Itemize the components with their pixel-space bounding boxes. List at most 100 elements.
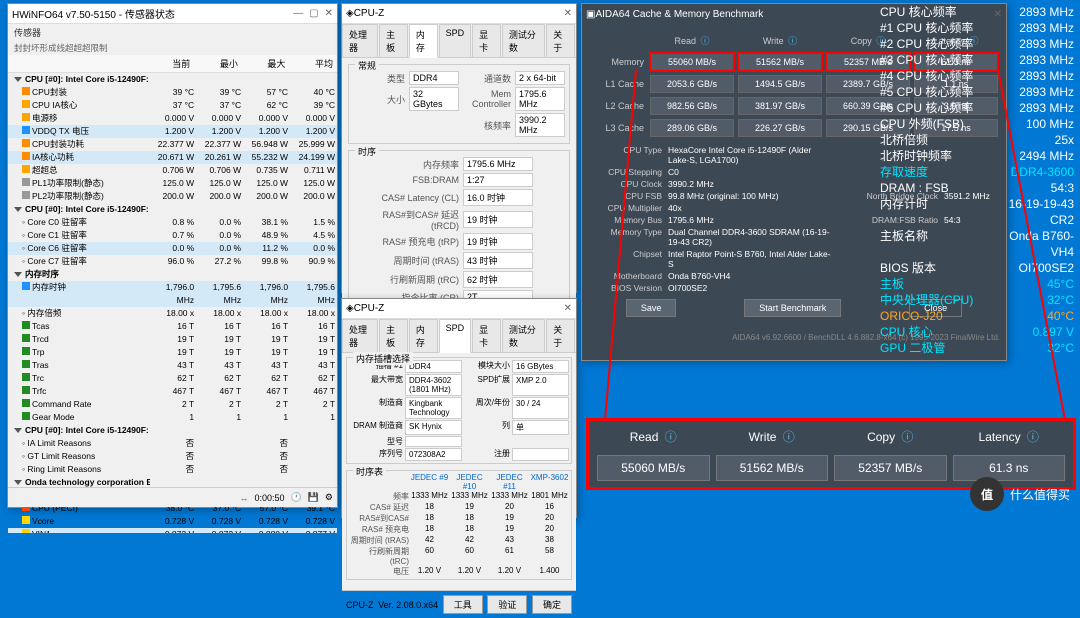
maximize-icon[interactable]: ▢	[309, 8, 318, 19]
hwinfo-row[interactable]: IA核心功耗20.671 W20.261 W55.232 W24.199 W	[8, 151, 337, 164]
osd-row: 中央处理器(CPU)32°C	[880, 292, 1074, 308]
hwinfo-title: HWiNFO64 v7.50-5150 - 传感器状态	[12, 6, 293, 21]
hwinfo-row[interactable]: PL1功率限制(静态)125.0 W125.0 W125.0 W125.0 W	[8, 177, 337, 190]
osd-row: 主板45°C	[880, 276, 1074, 292]
gear-icon[interactable]: ⚙	[325, 492, 333, 503]
tab-处理器[interactable]: 处理器	[342, 319, 378, 352]
hwinfo-row[interactable]: 内存时钟1,796.0 MHz1,795.6 MHz1,796.0 MHz1,7…	[8, 281, 337, 307]
mem-type: DDR4	[409, 71, 459, 85]
hwinfo-row[interactable]: PL2功率限制(静态)200.0 W200.0 W200.0 W200.0 W	[8, 190, 337, 203]
osd-row: DRAM : FSB54:3	[880, 180, 1074, 196]
tab-主板[interactable]: 主板	[379, 24, 408, 57]
info-icon[interactable]: ⓘ	[701, 36, 710, 46]
start-benchmark-button[interactable]: Start Benchmark	[744, 299, 841, 317]
cpuz-spd-titlebar[interactable]: ◈CPU-Z✕	[342, 299, 576, 319]
cpuz-mem-titlebar[interactable]: ◈CPU-Z✕	[342, 4, 576, 24]
aida-icon: ▣	[586, 9, 595, 20]
hwinfo-row[interactable]: Vcore0.728 V0.728 V0.728 V0.728 V	[8, 515, 337, 528]
hwinfo-row[interactable]: ◦ 内存倍频18.00 x18.00 x18.00 x18.00 x	[8, 307, 337, 320]
tab-SPD[interactable]: SPD	[439, 319, 472, 353]
aida-col-Write: Write ⓘ	[738, 32, 822, 49]
tab-显卡[interactable]: 显卡	[472, 319, 501, 352]
close-icon[interactable]: ✕	[564, 8, 572, 19]
hwinfo-row[interactable]: VIN10.872 V0.872 V0.880 V0.877 V	[8, 528, 337, 533]
callout-hdr: Latency ⓘ	[953, 428, 1066, 445]
aida-row-label: L1 Cache	[590, 75, 646, 93]
hwinfo-row[interactable]: ◦ Core C1 驻留率0.7 %0.0 %48.9 %4.5 %	[8, 229, 337, 242]
osd-row: CPU 外频(FSB)100 MHz	[880, 116, 1074, 132]
close-icon[interactable]: ✕	[325, 8, 333, 19]
close-icon[interactable]: ✕	[564, 303, 572, 314]
watermark-icon: 值	[970, 477, 1004, 511]
hwinfo-row[interactable]: CPU封装功耗22.377 W22.377 W56.948 W25.999 W	[8, 138, 337, 151]
tab-内存[interactable]: 内存	[409, 319, 438, 352]
hwinfo-titlebar[interactable]: HWiNFO64 v7.50-5150 - 传感器状态 — ▢ ✕	[8, 4, 337, 24]
tab-内存[interactable]: 内存	[409, 24, 438, 58]
aida-col-Read: Read ⓘ	[650, 32, 734, 49]
osd-row: #1 CPU 核心频率2893 MHz	[880, 20, 1074, 36]
aida-cell: 381.97 GB/s	[738, 97, 822, 115]
hwinfo-statusbar: ↔ 0:00:50 🕐 💾 ⚙	[8, 487, 337, 507]
osd-row: #3 CPU 核心频率2893 MHz	[880, 52, 1074, 68]
save-button[interactable]: Save	[626, 299, 677, 317]
osd-row: CPU 核心0.897 V	[880, 324, 1074, 340]
hwinfo-row[interactable]: Command Rate2 T2 T2 T2 T	[8, 398, 337, 411]
callout-value: 52357 MB/s	[834, 455, 947, 481]
hwinfo-row[interactable]: 超超总0.706 W0.706 W0.735 W0.711 W	[8, 164, 337, 177]
minimize-icon[interactable]: —	[293, 8, 303, 19]
hwinfo-row[interactable]: 电源移0.000 V0.000 V0.000 V0.000 V	[8, 112, 337, 125]
hwinfo-row[interactable]: ◦ Core C6 驻留率0.0 %0.0 %11.2 %0.0 %	[8, 242, 337, 255]
hwinfo-row[interactable]: VDDQ TX 电压1.200 V1.200 V1.200 V1.200 V	[8, 125, 337, 138]
hwinfo-group[interactable]: CPU [#0]: Intel Core i5-12490F: C-St...	[8, 203, 337, 216]
osd-row: 存取速度DDR4-3600	[880, 164, 1074, 180]
osd-row: #4 CPU 核心频率2893 MHz	[880, 68, 1074, 84]
tab-测试分数[interactable]: 测试分数	[502, 319, 545, 352]
hwinfo-group[interactable]: CPU [#0]: Intel Core i5-12490F: Enh...	[8, 73, 337, 86]
hwinfo-sub: 封封坏形成线超超超限制	[8, 41, 337, 55]
tab-关于[interactable]: 关于	[546, 319, 575, 352]
hwinfo-row[interactable]: Trcd19 T19 T19 T19 T	[8, 333, 337, 346]
hwinfo-window: HWiNFO64 v7.50-5150 - 传感器状态 — ▢ ✕ 传感器 封封坏形…	[7, 3, 338, 508]
hwinfo-row[interactable]: Tcas16 T16 T16 T16 T	[8, 320, 337, 333]
hwinfo-group[interactable]: 内存时序	[8, 268, 337, 281]
tab-处理器[interactable]: 处理器	[342, 24, 378, 57]
osd-row: BIOS 版本OI700SE2	[880, 260, 1074, 276]
hwinfo-row[interactable]: ◦ Core C7 驻留率96.0 %27.2 %99.8 %90.9 %	[8, 255, 337, 268]
tab-SPD[interactable]: SPD	[439, 24, 472, 57]
hwinfo-row[interactable]: ◦ Ring Limit Reasons否否	[8, 463, 337, 476]
osd-row: 北桥时钟频率2494 MHz	[880, 148, 1074, 164]
hwinfo-row[interactable]: CPU封装39 °C39 °C57 °C40 °C	[8, 86, 337, 99]
hwinfo-row[interactable]: ◦ Core C0 驻留率0.8 %0.0 %38.1 %1.5 %	[8, 216, 337, 229]
hwinfo-row[interactable]: Tras43 T43 T43 T43 T	[8, 359, 337, 372]
cpuz-spd-window: ◈CPU-Z✕ 处理器主板内存SPD显卡测试分数关于 内存插槽选择 插槽 #1D…	[341, 298, 577, 518]
hwinfo-body[interactable]: CPU [#0]: Intel Core i5-12490F: Enh...CP…	[8, 73, 337, 533]
close-button[interactable]: 确定	[532, 595, 572, 614]
hwinfo-col-headers: 当前最小最大平均	[8, 55, 337, 73]
hwinfo-group[interactable]: CPU [#0]: Intel Core i5-12490F: ...	[8, 424, 337, 437]
hwinfo-row[interactable]: Trp19 T19 T19 T19 T	[8, 346, 337, 359]
validate-button[interactable]: 验证	[487, 595, 527, 614]
hwinfo-row[interactable]: CPU IA核心37 °C37 °C62 °C39 °C	[8, 99, 337, 112]
callout-hdr: Copy ⓘ	[834, 428, 947, 445]
hwinfo-row[interactable]: Trc62 T62 T62 T62 T	[8, 372, 337, 385]
cpuz-icon: ◈	[346, 303, 354, 314]
osd-row: ORICO-J2040°C	[880, 308, 1074, 324]
hwinfo-row[interactable]: ◦ GT Limit Reasons否否	[8, 450, 337, 463]
aida-row-label: L2 Cache	[590, 97, 646, 115]
hwinfo-menu[interactable]: 传感器	[8, 24, 337, 41]
aida-row-label: L3 Cache	[590, 119, 646, 137]
cpuz-spd-content: 内存插槽选择 插槽 #1DDR4模块大小16 GBytes 最大带宽DDR4-3…	[342, 353, 576, 590]
tools-button[interactable]: 工具	[443, 595, 483, 614]
callout-value: 55060 MB/s	[597, 455, 710, 481]
tab-关于[interactable]: 关于	[546, 24, 575, 57]
tab-测试分数[interactable]: 测试分数	[502, 24, 545, 57]
info-icon[interactable]: ⓘ	[788, 36, 797, 46]
hwinfo-row[interactable]: ◦ IA Limit Reasons否否	[8, 437, 337, 450]
disk-icon[interactable]: 💾	[308, 492, 319, 503]
cpuz-mem-tabs: 处理器主板内存SPD显卡测试分数关于	[342, 24, 576, 58]
tab-主板[interactable]: 主板	[379, 319, 408, 352]
aida-row-label: Memory	[590, 53, 646, 71]
hwinfo-row[interactable]: Gear Mode1111	[8, 411, 337, 424]
hwinfo-row[interactable]: Trfc467 T467 T467 T467 T	[8, 385, 337, 398]
tab-显卡[interactable]: 显卡	[472, 24, 501, 57]
